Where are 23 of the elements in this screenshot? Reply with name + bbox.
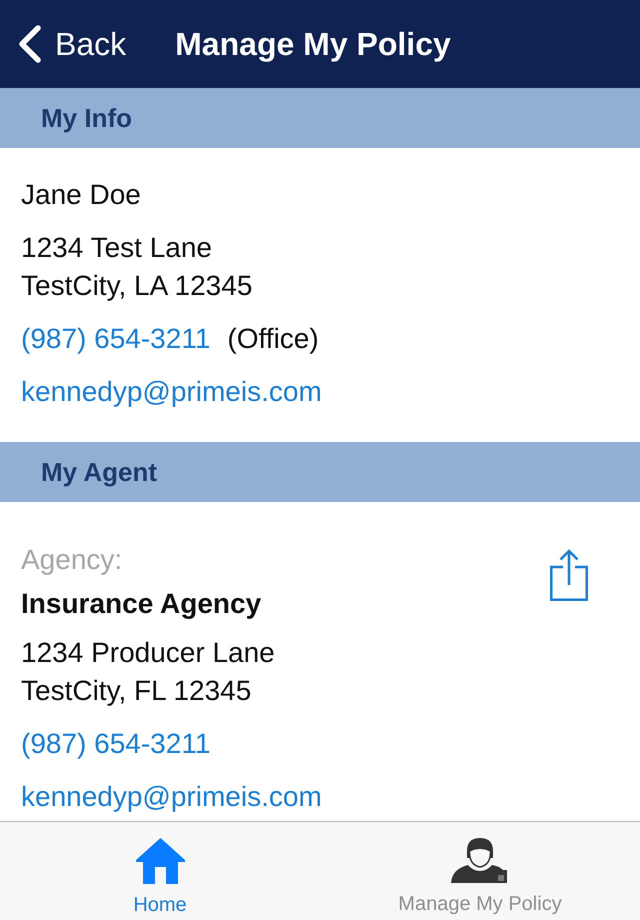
phone-label: (Office) [227,322,319,356]
address-line: 1234 Test Lane [21,231,213,265]
phone-link[interactable]: (987) 654-3211 [21,725,210,763]
field-label: Agency: [21,543,122,577]
tab[interactable]: Manage My Policy [320,822,640,920]
agency-name: Insurance Agency [21,587,262,621]
chevron-icon [17,25,42,63]
home-icon [136,838,184,884]
person-icon [451,838,509,883]
address-line: 1234 Producer Lane [21,636,275,670]
email-link[interactable]: kennedyp@primeis.com [21,781,322,812]
person-name: Jane Doe [21,178,141,212]
screen-title: Manage My Policy [175,26,451,62]
share-icon [550,549,588,601]
section-header: My Agent [0,442,640,502]
section-header: My Info [0,88,640,148]
address-line: TestCity, FL 12345 [21,674,252,708]
address-line: TestCity, LA 12345 [21,269,252,303]
email-link[interactable]: kennedyp@primeis.com [21,376,322,407]
tab[interactable]: Home [0,822,320,920]
phone-link[interactable]: (987) 654-3211 [21,320,210,358]
share-button[interactable] [550,549,588,601]
back-button[interactable]: Back [17,22,126,66]
